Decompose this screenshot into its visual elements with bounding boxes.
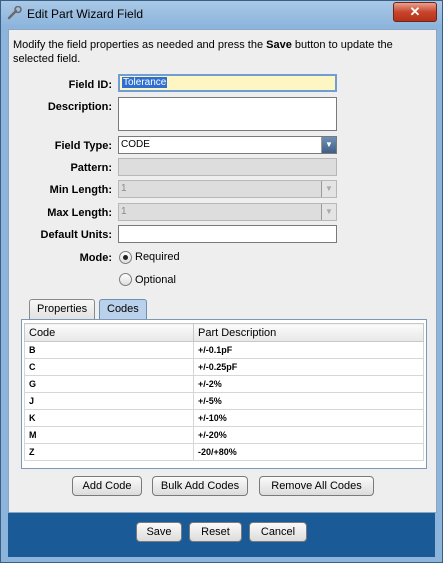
min-length-label: Min Length: xyxy=(49,184,112,196)
code-cell: Z xyxy=(24,443,194,461)
codes-panel: Code Part Description B +/-0.1pF C +/-0.25… xyxy=(21,319,427,469)
close-icon: ✕ xyxy=(409,4,421,19)
table-row[interactable]: K +/-10% xyxy=(24,409,424,427)
field-id-label: Field ID: xyxy=(68,79,112,91)
description-cell: +/-20% xyxy=(193,426,424,444)
field-type-value: CODE xyxy=(121,139,150,150)
max-length-label: Max Length: xyxy=(47,207,112,219)
chevron-down-icon[interactable]: ▼ xyxy=(321,204,336,220)
remove-all-codes-button[interactable]: Remove All Codes xyxy=(259,476,374,496)
mode-optional-radio[interactable] xyxy=(119,273,132,286)
mode-required-label[interactable]: Required xyxy=(135,251,180,263)
chevron-down-icon[interactable]: ▼ xyxy=(321,181,336,197)
code-cell: M xyxy=(24,426,194,444)
instructions-save-keyword: Save xyxy=(266,39,292,51)
table-row[interactable]: J +/-5% xyxy=(24,392,424,410)
bulk-add-codes-button[interactable]: Bulk Add Codes xyxy=(152,476,248,496)
mode-optional-label[interactable]: Optional xyxy=(135,274,176,286)
dialog-window: Edit Part Wizard Field ✕ Modify the fiel… xyxy=(0,0,443,563)
tab-properties[interactable]: Properties xyxy=(29,299,96,319)
max-length-value: 1 xyxy=(121,206,127,217)
instructions-text: Modify the field properties as needed an… xyxy=(13,38,423,66)
pattern-input[interactable] xyxy=(118,158,337,176)
mode-required-radio[interactable] xyxy=(119,251,132,264)
table-row[interactable]: G +/-2% xyxy=(24,375,424,393)
table-row[interactable]: C +/-0.25pF xyxy=(24,358,424,376)
description-cell: +/-2% xyxy=(193,375,424,393)
description-label: Description: xyxy=(47,101,112,113)
description-cell: +/-0.25pF xyxy=(193,358,424,376)
code-cell: K xyxy=(24,409,194,427)
radio-selected-dot xyxy=(123,255,128,260)
description-cell: +/-5% xyxy=(193,392,424,410)
table-row[interactable]: B +/-0.1pF xyxy=(24,341,424,359)
code-cell: B xyxy=(24,341,194,359)
column-header-code[interactable]: Code xyxy=(24,323,194,342)
description-cell: +/-0.1pF xyxy=(193,341,424,359)
reset-button[interactable]: Reset xyxy=(189,522,242,542)
field-id-value: Tolerance xyxy=(122,77,168,88)
chevron-down-icon[interactable]: ▼ xyxy=(321,137,336,153)
code-cell: J xyxy=(24,392,194,410)
window-title: Edit Part Wizard Field xyxy=(27,7,144,21)
codes-table: Code Part Description B +/-0.1pF C +/-0.25… xyxy=(24,323,424,461)
add-code-button[interactable]: Add Code xyxy=(72,476,142,496)
tab-codes-label: Codes xyxy=(107,303,139,315)
column-header-part-description[interactable]: Part Description xyxy=(193,323,424,342)
description-cell: -20/+80% xyxy=(193,443,424,461)
max-length-select[interactable]: 1 ▼ xyxy=(118,203,337,221)
footer-bar: Save Reset Cancel xyxy=(8,513,435,557)
field-type-label: Field Type: xyxy=(54,140,112,152)
table-header-row: Code Part Description xyxy=(24,323,424,342)
min-length-select[interactable]: 1 ▼ xyxy=(118,180,337,198)
save-button[interactable]: Save xyxy=(136,522,182,542)
dialog-content: Modify the field properties as needed an… xyxy=(8,29,437,513)
default-units-label: Default Units: xyxy=(40,229,113,241)
mode-label: Mode: xyxy=(79,252,112,264)
tab-codes[interactable]: Codes xyxy=(99,299,147,320)
description-cell: +/-10% xyxy=(193,409,424,427)
cancel-button[interactable]: Cancel xyxy=(249,522,307,542)
min-length-value: 1 xyxy=(121,183,127,194)
table-row[interactable]: Z -20/+80% xyxy=(24,443,424,461)
tab-properties-label: Properties xyxy=(37,303,88,315)
instructions-line: Modify the field properties as needed an… xyxy=(13,39,393,65)
field-type-select[interactable]: CODE ▼ xyxy=(118,136,337,154)
description-textarea[interactable] xyxy=(118,97,337,131)
wrench-icon xyxy=(7,6,22,20)
title-bar[interactable]: Edit Part Wizard Field ✕ xyxy=(1,1,442,26)
close-button[interactable]: ✕ xyxy=(393,2,437,22)
default-units-input[interactable] xyxy=(118,225,337,243)
table-row[interactable]: M +/-20% xyxy=(24,426,424,444)
pattern-label: Pattern: xyxy=(70,162,112,174)
field-id-input[interactable]: Tolerance xyxy=(118,74,337,92)
code-cell: G xyxy=(24,375,194,393)
code-cell: C xyxy=(24,358,194,376)
